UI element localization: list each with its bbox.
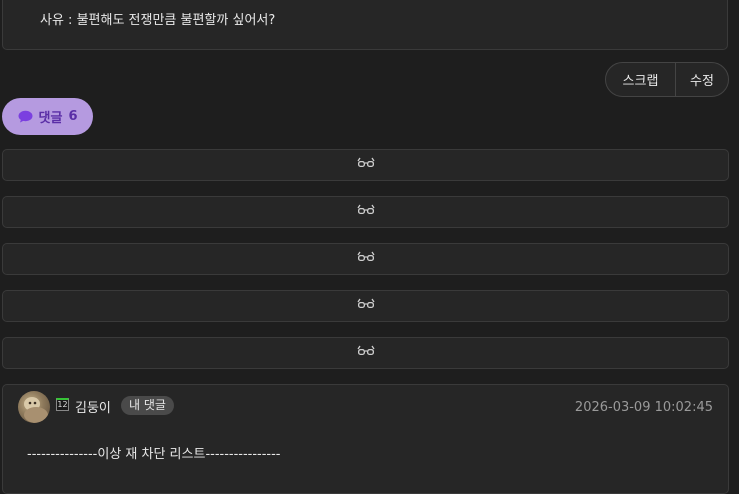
comments-toggle-button[interactable]: 댓글 6 bbox=[2, 98, 93, 135]
comment-author[interactable]: 김둥이 bbox=[75, 397, 111, 416]
speech-bubble-icon bbox=[18, 110, 33, 123]
hidden-comment-row[interactable] bbox=[2, 196, 729, 228]
post-action-group: 스크랩 수정 bbox=[605, 62, 729, 97]
post-reason-text: 사유 : 불편해도 전쟁만큼 불편할까 싶어서? bbox=[40, 13, 276, 28]
hidden-comment-row[interactable] bbox=[2, 243, 729, 275]
post-content-box: 사유 : 불편해도 전쟁만큼 불편할까 싶어서? bbox=[2, 0, 728, 50]
glasses-icon bbox=[356, 251, 375, 267]
comments-count: 6 bbox=[68, 109, 78, 124]
level-badge: 12 bbox=[56, 398, 69, 411]
scrap-button[interactable]: 스크랩 bbox=[606, 63, 676, 96]
comment-body: ---------------이상 재 차단 리스트--------------… bbox=[27, 447, 281, 462]
glasses-icon bbox=[356, 345, 375, 361]
edit-button[interactable]: 수정 bbox=[676, 63, 728, 96]
hidden-comment-row[interactable] bbox=[2, 290, 729, 322]
comment-card: 12 김둥이 내 댓글 2026-03-09 10:02:45 --------… bbox=[2, 384, 729, 494]
hidden-comment-row[interactable] bbox=[2, 149, 729, 181]
my-comment-badge: 내 댓글 bbox=[121, 396, 174, 415]
comment-timestamp: 2026-03-09 10:02:45 bbox=[574, 400, 713, 415]
glasses-icon bbox=[356, 298, 375, 314]
glasses-icon bbox=[356, 204, 375, 220]
comments-toggle-label: 댓글 bbox=[38, 111, 63, 126]
avatar[interactable] bbox=[18, 391, 50, 423]
hidden-comment-row[interactable] bbox=[2, 337, 729, 369]
glasses-icon bbox=[356, 157, 375, 173]
